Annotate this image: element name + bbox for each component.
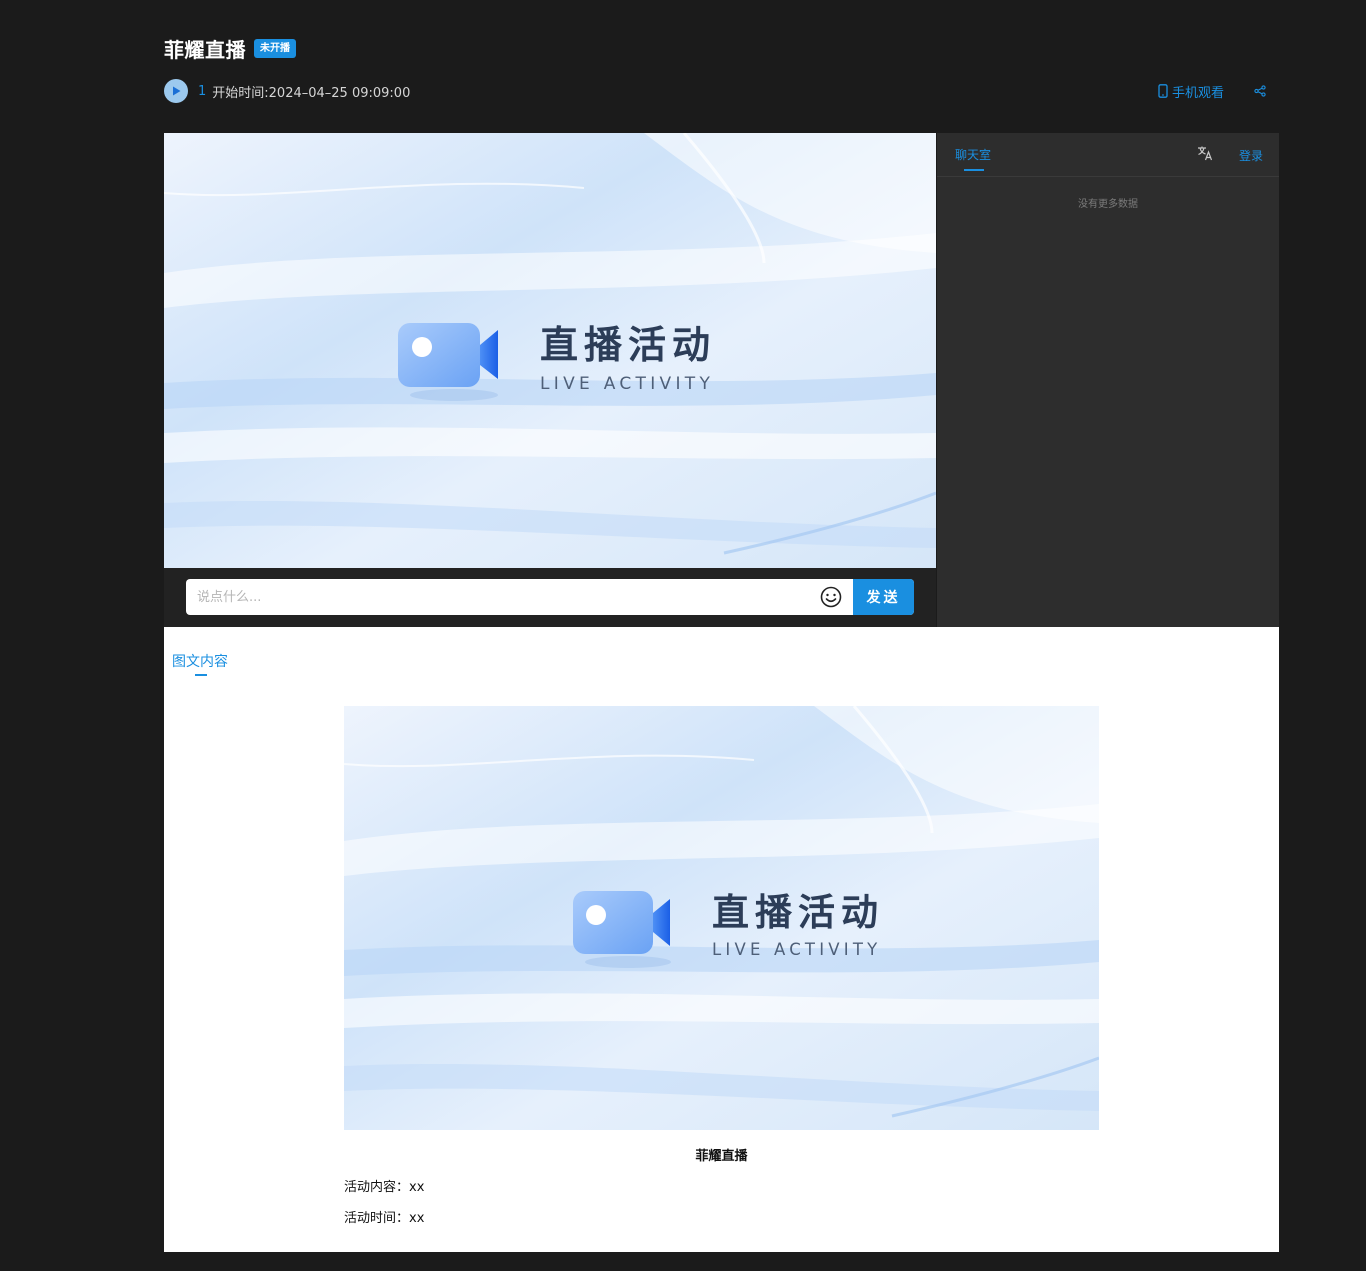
tab-rich-content[interactable]: 图文内容	[172, 651, 228, 671]
meta-row: 1 开始时间:2024–04–25 09:09:00	[164, 79, 410, 103]
brand-title-en: LIVE ACTIVITY	[540, 374, 714, 394]
start-time: 开始时间:2024–04–25 09:09:00	[212, 85, 411, 101]
content-caption: 菲耀直播	[695, 1149, 748, 1164]
tab-underline	[964, 169, 984, 171]
content-section: 图文内容 直播活动 LIVE ACTIVITY 菲耀直播 活动内容：xx 活动时…	[164, 627, 1279, 1252]
header-actions: 手机观看	[1158, 79, 1266, 103]
send-button[interactable]: 发送	[853, 579, 914, 615]
content-brand-title-cn: 直播活动	[712, 891, 884, 934]
content-brand-title-en: LIVE ACTIVITY	[712, 940, 881, 959]
share-icon[interactable]	[1254, 85, 1266, 97]
content-activity-time: 活动时间：xx	[344, 1211, 425, 1226]
title-row: 菲耀直播 未开播	[164, 34, 296, 63]
play-icon[interactable]	[164, 79, 188, 103]
brand-title-cn: 直播活动	[540, 323, 716, 367]
chat-header: 聊天室 登录	[937, 133, 1279, 177]
content-image: 直播活动 LIVE ACTIVITY	[344, 706, 1099, 1130]
video-camera-icon	[398, 323, 480, 387]
chat-bar: 发送	[186, 579, 914, 615]
phone-icon	[1158, 84, 1168, 98]
content-activity-desc: 活动内容：xx	[344, 1180, 425, 1195]
mobile-watch-label: 手机观看	[1171, 85, 1224, 101]
translate-icon[interactable]	[1197, 145, 1213, 161]
chat-panel: 聊天室 登录 没有更多数据	[937, 133, 1279, 627]
login-link[interactable]: 登录	[1239, 147, 1263, 164]
mobile-watch-button[interactable]: 手机观看	[1158, 82, 1224, 101]
page: 菲耀直播 未开播 1 开始时间:2024–04–25 09:09:00 手机观看	[0, 0, 1366, 1271]
page-title: 菲耀直播	[164, 38, 246, 62]
video-camera-icon	[573, 891, 653, 954]
empty-message: 没有更多数据	[1078, 199, 1138, 210]
video-poster[interactable]: 直播活动 LIVE ACTIVITY	[164, 133, 936, 568]
content-tab-underline	[195, 674, 207, 676]
chat-input[interactable]	[186, 579, 820, 615]
tab-chatroom[interactable]: 聊天室	[955, 146, 991, 163]
emoji-icon[interactable]	[820, 586, 842, 608]
viewer-count: 1	[198, 83, 207, 99]
status-badge: 未开播	[254, 39, 296, 58]
video-player: 直播活动 LIVE ACTIVITY 发送	[164, 133, 936, 627]
